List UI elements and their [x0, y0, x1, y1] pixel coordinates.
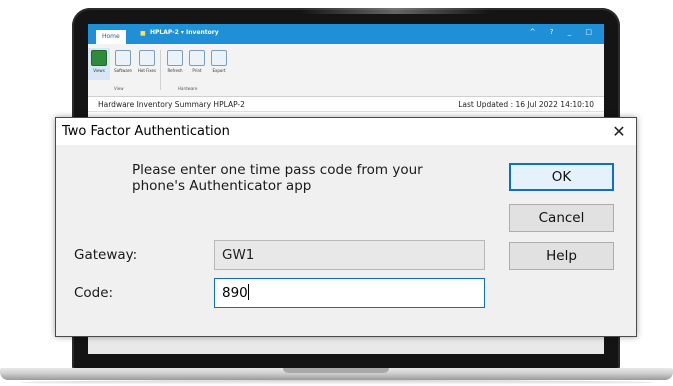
code-value: 890 [222, 285, 248, 301]
ribbon-group-view: View [114, 86, 124, 91]
code-input[interactable]: 890 [214, 278, 485, 308]
hotfixes-icon [139, 50, 155, 66]
ribbon-software-button[interactable]: Software [112, 48, 134, 80]
tab-home[interactable]: Home [96, 30, 126, 44]
gateway-field: GW1 [214, 240, 485, 270]
instruction-line-1: Please enter one time pass code from you… [132, 162, 423, 178]
dialog-title: Two Factor Authentication [62, 124, 230, 139]
last-updated: Last Updated : 16 Jul 2022 14:10:10 [458, 100, 594, 109]
help-button[interactable]: Help [509, 242, 614, 270]
instruction-line-2: phone's Authenticator app [132, 178, 312, 194]
summary-title: Hardware Inventory Summary HPLAP-2 [98, 100, 245, 109]
screen-bottom-area [88, 334, 604, 354]
ribbon-print-button[interactable]: Print [186, 48, 208, 80]
ribbon-export-button[interactable]: Export [208, 48, 230, 80]
instruction-message: Please enter one time pass code from you… [132, 162, 452, 194]
export-icon [211, 50, 227, 66]
laptop-base-notch [283, 368, 389, 373]
code-label: Code: [74, 285, 114, 301]
lid-glare [300, 8, 490, 14]
laptop-shadow [20, 380, 653, 385]
gateway-value: GW1 [222, 247, 255, 263]
views-icon [91, 50, 107, 66]
ribbon-separator [160, 50, 161, 90]
window-controls[interactable]: ^ ? _ □ [530, 28, 598, 36]
quick-access-icon[interactable]: ■ [140, 30, 146, 37]
software-icon [115, 50, 131, 66]
summary-bar: Hardware Inventory Summary HPLAP-2 Last … [88, 97, 604, 112]
refresh-icon [167, 50, 183, 66]
cancel-button[interactable]: Cancel [509, 204, 614, 232]
ribbon-views-button[interactable]: Views [88, 48, 110, 80]
two-factor-dialog: Two Factor Authentication ✕ Please enter… [55, 117, 637, 337]
ok-button[interactable]: OK [509, 163, 614, 191]
ribbon-refresh-button[interactable]: Refresh [164, 48, 186, 80]
ribbon-group-hardware: Hardware [178, 86, 198, 91]
text-caret [247, 284, 249, 300]
app-window-title: HPLAP-2 ▾ Inventory [150, 29, 219, 36]
gateway-label: Gateway: [74, 247, 138, 263]
app-titlebar: Home ■ HPLAP-2 ▾ Inventory ^ ? _ □ [88, 24, 604, 44]
dialog-titlebar: Two Factor Authentication ✕ [56, 118, 636, 145]
print-icon [189, 50, 205, 66]
close-icon[interactable]: ✕ [602, 118, 636, 145]
ribbon: Views Software Hot Fixes Refresh Print E… [88, 44, 604, 97]
ribbon-hotfixes-button[interactable]: Hot Fixes [136, 48, 158, 80]
